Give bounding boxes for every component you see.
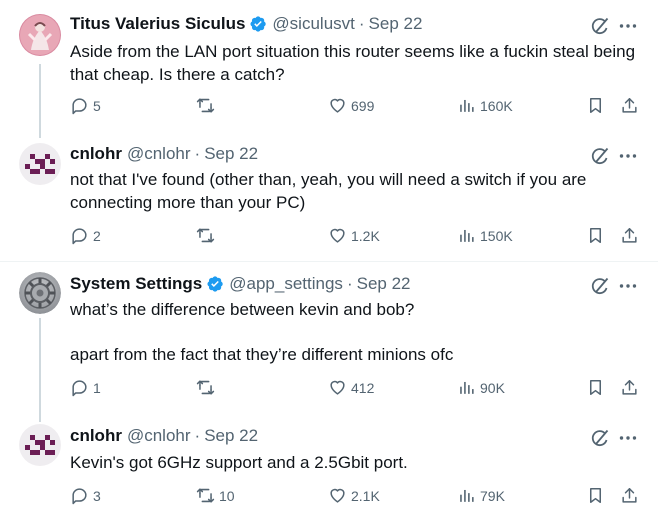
action-bar: 3 10 2.1K 79K xyxy=(70,486,645,508)
views-icon xyxy=(460,489,474,502)
reply-icon xyxy=(72,488,87,505)
avatar[interactable] xyxy=(19,424,61,466)
views-button[interactable]: 79K xyxy=(457,486,505,505)
like-button[interactable]: 2.1K xyxy=(328,486,380,505)
retweet-icon xyxy=(196,488,215,503)
separator-dot: · xyxy=(194,426,201,445)
tweet-header: cnlohr @cnlohr · Sep 22 xyxy=(70,426,258,446)
bookmark-button[interactable] xyxy=(586,486,605,505)
reply-count: 3 xyxy=(93,487,101,504)
grok-icon[interactable] xyxy=(589,427,611,449)
user-handle[interactable]: @cnlohr xyxy=(127,426,191,446)
view-count: 79K xyxy=(480,487,505,504)
share-button[interactable] xyxy=(620,486,639,505)
tweet-text: Kevin's got 6GHz support and a 2.5Gbit p… xyxy=(70,451,645,474)
more-icon[interactable] xyxy=(617,427,639,449)
tweet-text-line: Kevin's got 6GHz support and a 2.5Gbit p… xyxy=(70,453,408,472)
display-name[interactable]: cnlohr xyxy=(70,426,122,446)
retweet-button[interactable]: 10 xyxy=(196,486,235,505)
like-icon xyxy=(330,488,345,503)
share-icon xyxy=(622,488,637,503)
like-count: 2.1K xyxy=(351,487,380,504)
bookmark-icon xyxy=(589,488,602,503)
tweet-date[interactable]: Sep 22 xyxy=(204,426,258,446)
tweet[interactable]: cnlohr @cnlohr · Sep 22 Kevin's got 6GHz… xyxy=(0,0,658,519)
reply-button[interactable]: 3 xyxy=(70,486,101,505)
retweet-count: 10 xyxy=(219,487,235,504)
